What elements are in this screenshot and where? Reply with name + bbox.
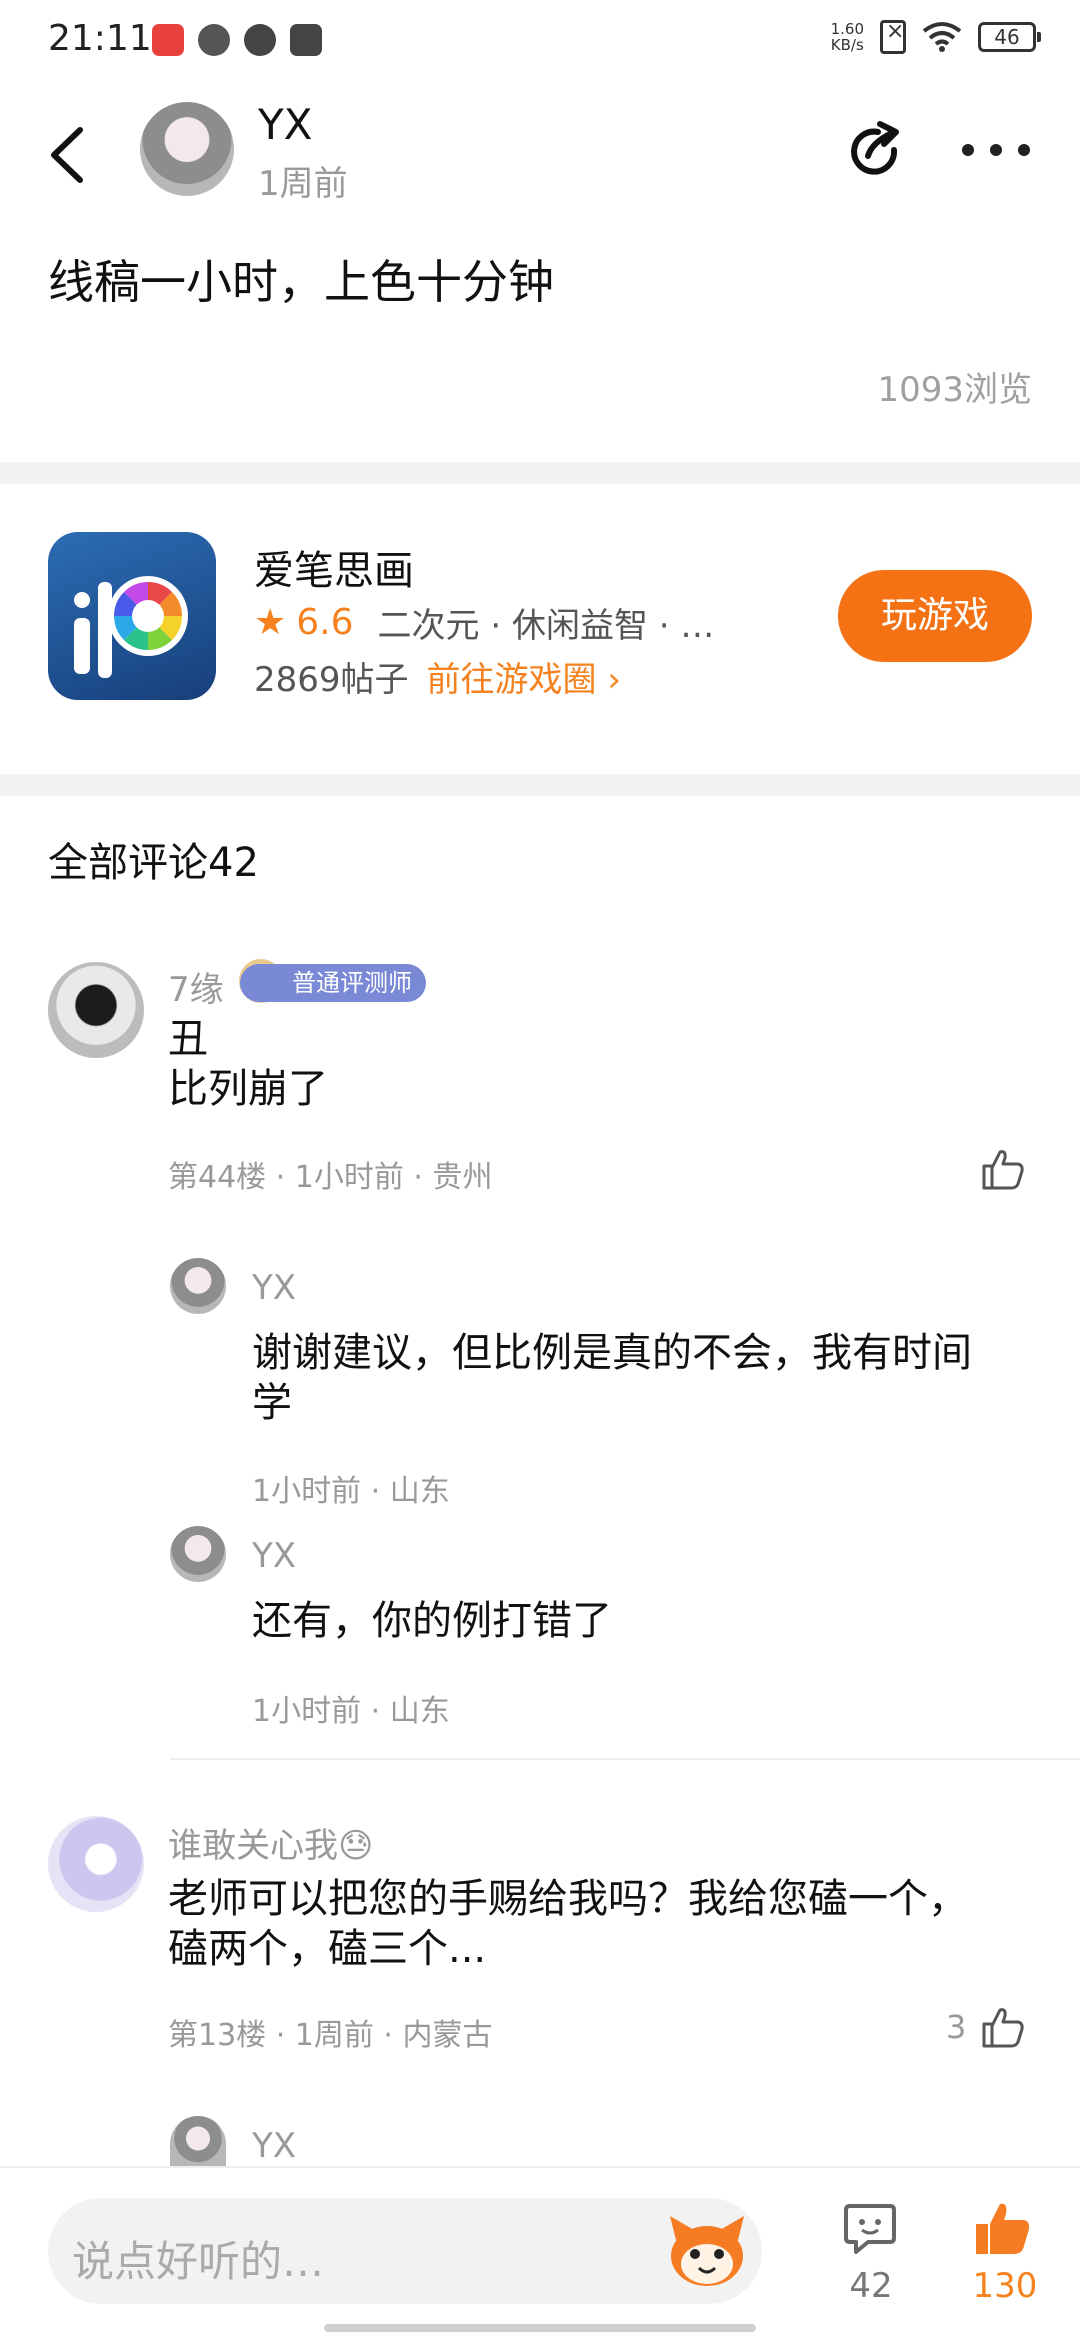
goto-game-circle-link[interactable]: 前往游戏圈 › (427, 652, 621, 701)
reply-author[interactable]: YX (252, 2126, 296, 2166)
commenter-avatar[interactable] (48, 1816, 144, 1912)
status-bar: 21:11 1.60 KB/s 46 (0, 0, 1080, 84)
home-indicator[interactable] (324, 2324, 756, 2332)
comment-like-count: 3 (946, 2008, 967, 2046)
net-speed: 1.60 KB/s (831, 21, 864, 53)
reply-text-line: 还有，你的例打错了 (252, 1598, 612, 1644)
thumbs-up-filled-icon[interactable] (974, 2200, 1032, 2256)
game-name[interactable]: 爱笔思画 (254, 538, 414, 596)
no-sim-icon (880, 19, 906, 54)
comment-text-line: 比列崩了 (168, 1066, 328, 1112)
game-app-icon[interactable] (48, 532, 216, 700)
post-time: 1周前 (258, 164, 348, 204)
reply-avatar[interactable] (170, 2116, 226, 2166)
comments-title: 全部评论42 (48, 840, 259, 886)
game-meta: ★ 6.6 二次元 · 休闲益智 · … (254, 598, 714, 647)
game-tags: 二次元 · 休闲益智 · … (377, 606, 715, 646)
more-options-icon[interactable] (962, 140, 1030, 160)
comment-meta: 第44楼 · 1小时前 · 贵州 (168, 1160, 493, 1195)
game-rating: 6.6 (296, 602, 354, 643)
comment-text-line: 磕两个，磕三个... (168, 1926, 487, 1972)
reply-meta: 1小时前 · 山东 (252, 1694, 450, 1729)
post-text: 线稿一小时，上色十分钟 (48, 255, 554, 309)
play-game-button[interactable]: 玩游戏 (838, 570, 1032, 662)
commenter-name[interactable]: 7缘 (168, 962, 224, 1011)
commenter-name[interactable]: 谁敢关心我😓 (168, 1818, 373, 1867)
goto-game-circle-label: 前往游戏圈 (426, 660, 597, 700)
commenter-avatar[interactable] (48, 962, 144, 1058)
thumbs-up-icon[interactable] (980, 1146, 1026, 1192)
comment-count: 42 (849, 2266, 893, 2306)
status-right: 1.60 KB/s 46 (831, 19, 1041, 54)
author-name[interactable]: YX (258, 100, 312, 149)
chevron-right-icon: › (607, 660, 621, 700)
game-post-count: 2869帖子 (254, 660, 409, 700)
comment-input-placeholder[interactable]: 说点好听的… (72, 2228, 324, 2289)
reply-avatar[interactable] (170, 1526, 226, 1582)
status-app-icons (152, 24, 322, 56)
star-icon: ★ (254, 602, 287, 643)
comment-meta: 第13楼 · 1周前 · 内蒙古 (168, 2018, 493, 2053)
reviewer-badge: 普通评测师 (240, 964, 426, 1002)
reply-author[interactable]: YX (252, 1536, 296, 1576)
app-icon-book (290, 24, 322, 56)
game-sub: 2869帖子 前往游戏圈 › (254, 652, 621, 701)
author-avatar[interactable] (140, 102, 234, 196)
battery-icon: 46 (978, 22, 1041, 52)
view-count: 1093浏览 (877, 370, 1032, 410)
section-divider (0, 462, 1080, 484)
app-icon-red (152, 24, 184, 56)
reply-author[interactable]: YX (252, 1268, 296, 1308)
net-speed-unit: KB/s (830, 36, 864, 54)
comment-divider (170, 1758, 1080, 1760)
app-icon-link (198, 24, 230, 56)
reply-meta: 1小时前 · 山东 (252, 1474, 450, 1509)
back-arrow-icon[interactable] (40, 122, 96, 188)
thumbs-up-icon[interactable] (980, 2004, 1026, 2050)
like-count: 130 (972, 2266, 1038, 2306)
reply-text-line: 谢谢建议，但比例是真的不会，我有时间 (252, 1330, 972, 1376)
comment-text-line: 老师可以把您的手赐给我吗？我给您磕一个， (168, 1876, 968, 1922)
status-time: 21:11 (48, 18, 152, 59)
mascot-emoji-icon[interactable] (664, 2210, 750, 2290)
reply-avatar[interactable] (170, 1258, 226, 1314)
section-divider (0, 774, 1080, 796)
comment-bubble-icon[interactable] (842, 2200, 898, 2256)
comment-text-line: 丑 (168, 1016, 208, 1062)
app-icon-play (244, 24, 276, 56)
reply-text-line: 学 (252, 1380, 292, 1426)
wifi-icon (922, 22, 962, 52)
share-icon[interactable] (844, 120, 908, 184)
net-speed-value: 1.60 (830, 20, 864, 38)
